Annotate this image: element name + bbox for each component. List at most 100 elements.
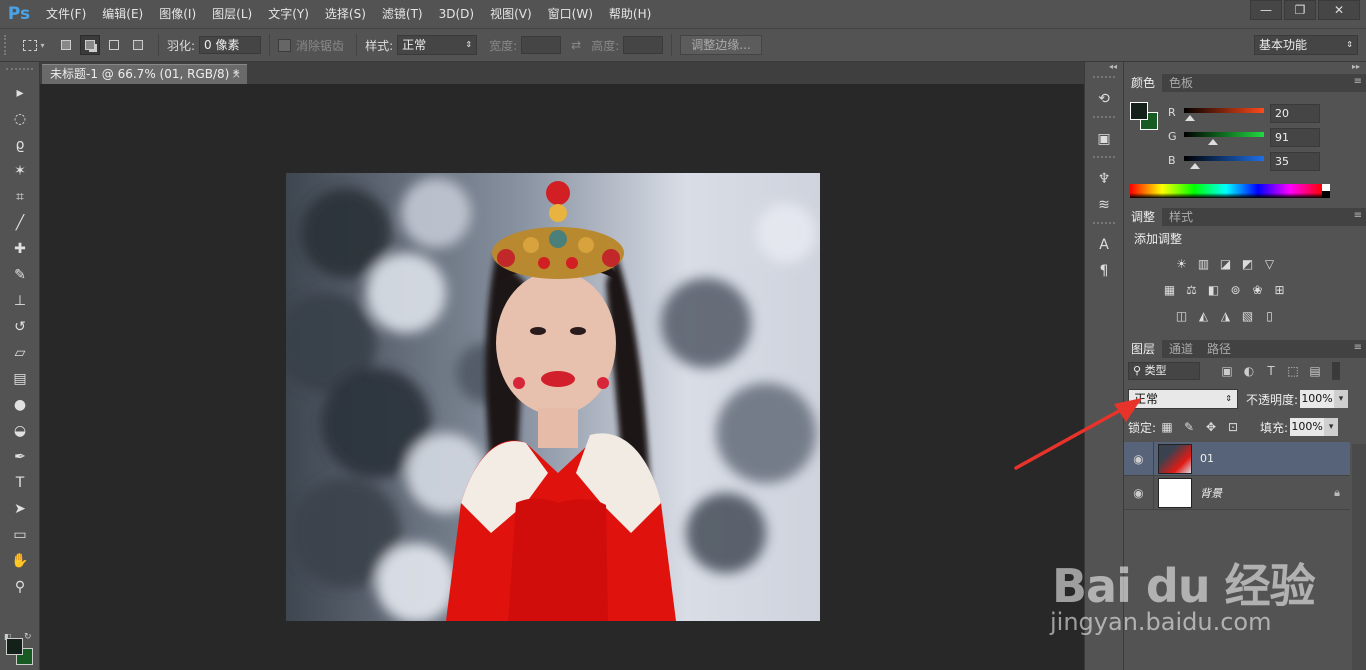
tab-paths[interactable]: 路径 [1200,340,1238,358]
foreground-color-swatch[interactable] [6,638,23,655]
dock-grip[interactable] [1093,76,1115,82]
levels-icon[interactable]: ▥ [1194,254,1213,273]
filter-smart-object-icon[interactable]: ▤ [1304,362,1326,380]
hue-saturation-icon[interactable]: ▦ [1160,280,1179,299]
layer-thumbnail[interactable] [1158,477,1192,508]
layer-thumbnail[interactable] [1158,443,1192,474]
width-input[interactable] [521,36,562,54]
posterize-icon[interactable]: ◭ [1194,306,1213,325]
zoom-tool-icon[interactable]: ⚲ [0,574,40,600]
brightness-contrast-icon[interactable]: ☀ [1172,254,1191,273]
menu-select[interactable]: 选择(S) [317,0,374,28]
canvas-area[interactable] [40,84,1084,670]
panel-menu-icon[interactable]: ≡ [1354,342,1362,353]
refine-edge-button[interactable]: 调整边缘... [680,35,762,55]
menu-layer[interactable]: 图层(L) [204,0,260,28]
panel-menu-icon[interactable]: ≡ [1354,76,1362,87]
channel-slider-thumb[interactable] [1185,115,1196,121]
vibrance-icon[interactable]: ▽ [1260,254,1279,273]
layer-name[interactable]: 背景 [1200,485,1222,501]
color-lookup-icon[interactable]: ⊞ [1270,280,1289,299]
color-swatches[interactable]: ◧ ↻ [4,632,36,668]
lock-position-icon[interactable]: ✥ [1200,418,1222,436]
threshold-icon[interactable]: ◮ [1216,306,1235,325]
channel-mixer-icon[interactable]: ❀ [1248,280,1267,299]
color-balance-icon[interactable]: ⚖ [1182,280,1201,299]
layer-row-background[interactable]: ◉ 背景 🔒︎ [1124,475,1350,510]
dock-grip[interactable] [1093,156,1115,162]
character-panel-icon[interactable]: A [1085,232,1123,258]
menu-image[interactable]: 图像(I) [151,0,204,28]
menu-view[interactable]: 视图(V) [482,0,540,28]
magic-wand-tool-icon[interactable]: ✶ [0,158,40,184]
foreground-color-chip[interactable] [1130,102,1148,120]
rectangle-tool-icon[interactable]: ▭ [0,522,40,548]
channel-slider-track[interactable] [1184,108,1264,113]
panel-menu-icon[interactable]: ≡ [1354,210,1362,221]
dodge-tool-icon[interactable]: ◒ [0,418,40,444]
options-grip[interactable] [4,35,14,55]
minimize-button[interactable]: — [1250,0,1282,20]
history-panel-icon[interactable]: ⟲ [1085,86,1123,112]
path-selection-tool-icon[interactable]: ➤ [0,496,40,522]
pen-tool-icon[interactable]: ✒ [0,444,40,470]
opacity-dropdown-icon[interactable]: ▾ [1334,390,1349,408]
tab-adjustments[interactable]: 调整 [1124,208,1163,226]
channel-slider-track[interactable] [1184,156,1264,161]
channel-value-input[interactable]: 91 [1270,128,1320,147]
invert-icon[interactable]: ◫ [1172,306,1191,325]
gradient-tool-icon[interactable]: ▤ [0,366,40,392]
layer-filter-kind[interactable]: ⚲ 类型 [1128,362,1200,380]
marquee-tool-icon[interactable]: ◌ [0,106,40,132]
black-white-icon[interactable]: ◧ [1204,280,1223,299]
antialias-checkbox[interactable] [278,38,292,52]
lock-all-icon[interactable]: ⊡ [1222,418,1244,436]
close-button[interactable]: ✕ [1318,0,1360,20]
lasso-tool-icon[interactable]: ϱ [0,132,40,158]
workspace-select[interactable]: 基本功能 ⇕ [1254,35,1358,55]
subtract-selection-button[interactable] [104,35,124,55]
tab-swatches[interactable]: 色板 [1162,74,1200,92]
style-select[interactable]: 正常 ⇕ [397,35,478,55]
add-selection-button[interactable] [80,35,100,55]
intersect-selection-button[interactable] [128,35,148,55]
history-brush-tool-icon[interactable]: ↺ [0,314,40,340]
toolbox-grip[interactable] [6,68,33,80]
filter-adjustment-icon[interactable]: ◐ [1238,362,1260,380]
dock-grip[interactable] [1093,222,1115,228]
fill-dropdown-icon[interactable]: ▾ [1324,418,1339,436]
tab-layers[interactable]: 图层 [1124,340,1163,358]
lock-transparency-icon[interactable]: ▦ [1156,418,1178,436]
document-tab[interactable]: 未标题-1 @ 66.7% (01, RGB/8) * × [42,64,247,84]
channel-slider-track[interactable] [1184,132,1264,137]
filter-toggle[interactable] [1332,362,1340,380]
panels-collapse[interactable]: ▸▸ [1124,62,1366,74]
new-selection-button[interactable] [56,35,76,55]
close-tab-icon[interactable]: × [232,65,241,84]
filter-pixel-icon[interactable]: ▣ [1216,362,1238,380]
brush-panel-icon[interactable]: ♆ [1085,166,1123,192]
height-input[interactable] [623,36,664,54]
paragraph-panel-icon[interactable]: ¶ [1085,258,1123,284]
clone-stamp-tool-icon[interactable]: ⊥ [0,288,40,314]
color-spectrum-ramp[interactable] [1130,184,1322,198]
move-tool-icon[interactable]: ▸ [0,80,40,106]
channel-value-input[interactable]: 20 [1270,104,1320,123]
eraser-tool-icon[interactable]: ▱ [0,340,40,366]
spectrum-white-swatch[interactable] [1322,184,1330,198]
filter-type-icon[interactable]: T [1260,362,1282,380]
menu-3d[interactable]: 3D(D) [431,0,482,28]
layer-name[interactable]: 01 [1200,452,1214,465]
layer-row-01[interactable]: ◉ 01 [1124,441,1350,476]
crop-tool-icon[interactable]: ⌗ [0,184,40,210]
brush-presets-icon[interactable]: ≋ [1085,192,1123,218]
filter-shape-icon[interactable]: ⬚ [1282,362,1304,380]
exposure-icon[interactable]: ◩ [1238,254,1257,273]
feather-input[interactable]: 0 像素 [199,36,262,54]
tab-color[interactable]: 颜色 [1124,74,1163,92]
tool-preset-picker[interactable]: ▾ [14,33,54,57]
photo-filter-icon[interactable]: ⊚ [1226,280,1245,299]
hand-tool-icon[interactable]: ✋ [0,548,40,574]
visibility-eye-icon[interactable]: ◉ [1124,441,1154,476]
channel-slider-thumb[interactable] [1189,163,1200,169]
